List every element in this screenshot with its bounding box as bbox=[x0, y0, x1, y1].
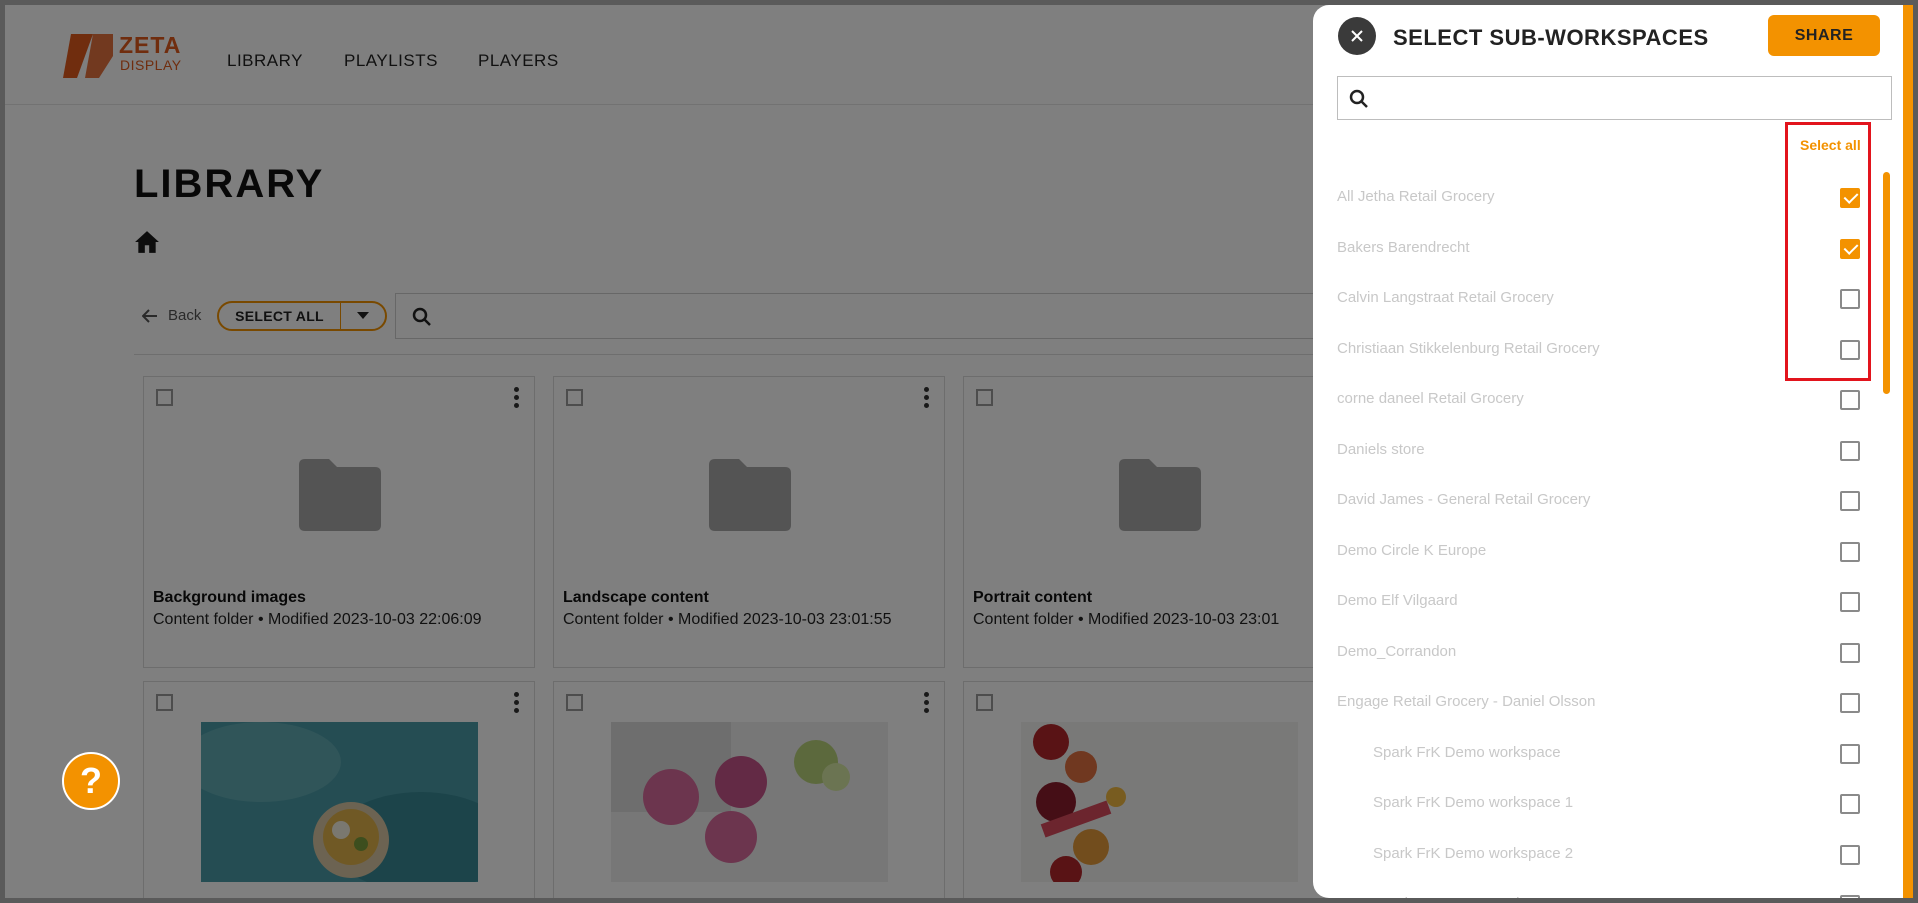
workspace-name: All Jetha Retail Grocery bbox=[1337, 188, 1495, 205]
workspace-row[interactable]: Demo Elf Vilgaard bbox=[1313, 577, 1873, 627]
workspace-name: Demo_Corrandon bbox=[1337, 642, 1457, 660]
workspace-checkbox[interactable] bbox=[1840, 541, 1860, 562]
close-icon bbox=[1351, 30, 1363, 42]
workspace-checkbox[interactable] bbox=[1840, 440, 1860, 461]
workspace-name: Demo Circle K Europe bbox=[1337, 541, 1487, 559]
drawer-accent-bar bbox=[1903, 5, 1913, 898]
workspace-row[interactable]: Spark FrK Demo workspace 1 bbox=[1313, 779, 1873, 829]
workspace-row[interactable]: Spark FrK Demo workspace 2 bbox=[1313, 830, 1873, 880]
workspace-checkbox[interactable] bbox=[1840, 693, 1860, 713]
workspace-name: Christiaan Stikkelenburg Retail Grocery bbox=[1337, 339, 1600, 357]
workspace-row[interactable]: corne daneel Retail Grocery bbox=[1313, 375, 1873, 425]
workspace-name: Spark FrK Demo workspace 2 bbox=[1373, 844, 1574, 862]
workspace-checkbox[interactable] bbox=[1840, 592, 1860, 612]
workspace-checkbox[interactable] bbox=[1840, 642, 1860, 663]
share-button[interactable]: SHARE bbox=[1768, 15, 1880, 56]
workspace-name: Daniels store bbox=[1337, 440, 1425, 458]
workspace-checkbox[interactable] bbox=[1840, 743, 1860, 764]
workspace-row[interactable]: Spark FrK Demo Workspace bbox=[1313, 880, 1873, 898]
workspace-checkbox[interactable] bbox=[1840, 491, 1860, 511]
close-button[interactable] bbox=[1338, 17, 1376, 55]
help-button[interactable]: ? bbox=[62, 752, 120, 810]
workspace-row[interactable]: Engage Retail Grocery - Daniel Olsson bbox=[1313, 678, 1873, 728]
workspace-name: David James - General Retail Grocery bbox=[1337, 491, 1591, 508]
search-icon bbox=[1349, 89, 1368, 108]
workspace-name: Bakers Barendrecht bbox=[1337, 238, 1470, 256]
workspace-checkbox[interactable] bbox=[1840, 844, 1860, 865]
workspace-search-field bbox=[1337, 76, 1892, 120]
help-question-icon: ? bbox=[80, 760, 102, 801]
workspace-name: Calvin Langstraat Retail Grocery bbox=[1337, 289, 1554, 306]
workspace-row[interactable]: Demo_Corrandon bbox=[1313, 628, 1873, 678]
workspace-row[interactable]: David James - General Retail Grocery bbox=[1313, 476, 1873, 526]
workspace-name: corne daneel Retail Grocery bbox=[1337, 390, 1524, 407]
workspace-name: Spark FrK Demo workspace 1 bbox=[1373, 794, 1574, 811]
workspace-row[interactable]: Demo Circle K Europe bbox=[1313, 527, 1873, 577]
workspace-name: Engage Retail Grocery - Daniel Olsson bbox=[1337, 693, 1596, 710]
workspace-row[interactable]: Daniels store bbox=[1313, 426, 1873, 476]
drawer-title: SELECT SUB-WORKSPACES bbox=[1393, 25, 1709, 50]
workspace-name: Demo Elf Vilgaard bbox=[1337, 592, 1458, 609]
workspace-search-input[interactable] bbox=[1378, 83, 1878, 113]
workspace-checkbox[interactable] bbox=[1840, 895, 1860, 898]
workspace-name: Spark FrK Demo workspace bbox=[1373, 743, 1561, 761]
scrollbar-thumb[interactable] bbox=[1883, 172, 1890, 394]
workspace-row[interactable]: Spark FrK Demo workspace bbox=[1313, 729, 1873, 779]
workspace-checkbox[interactable] bbox=[1840, 390, 1860, 410]
workspace-checkbox[interactable] bbox=[1840, 794, 1860, 814]
select-sub-workspaces-drawer: SELECT SUB-WORKSPACES SHARE Select all A… bbox=[1313, 5, 1913, 898]
workspace-name: Spark FrK Demo Workspace bbox=[1373, 895, 1564, 898]
highlight-annotation-box bbox=[1785, 122, 1871, 381]
